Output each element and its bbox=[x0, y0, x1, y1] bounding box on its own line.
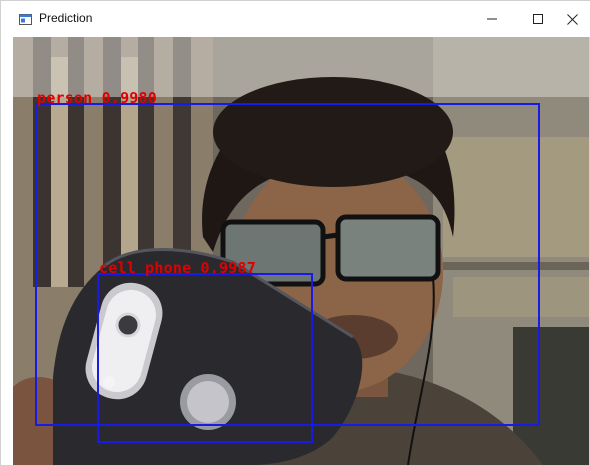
app-window-icon bbox=[19, 14, 32, 25]
window-title: Prediction bbox=[39, 11, 93, 25]
person-detection-label: person 0.9980 bbox=[37, 89, 157, 107]
camera-frame: person 0.9980 cell phone 0.9987 bbox=[13, 37, 589, 465]
close-button[interactable] bbox=[549, 1, 590, 37]
cell-phone-bounding-box bbox=[97, 273, 313, 443]
cell-phone-detection-label: cell phone 0.9987 bbox=[99, 259, 256, 277]
prediction-window: Prediction person 0.9980 cell phone 0.99… bbox=[0, 0, 590, 466]
maximize-icon bbox=[533, 14, 543, 24]
minimize-icon bbox=[487, 18, 497, 20]
close-icon bbox=[566, 13, 578, 25]
minimize-button[interactable] bbox=[469, 1, 515, 37]
title-bar[interactable]: Prediction bbox=[1, 1, 590, 37]
